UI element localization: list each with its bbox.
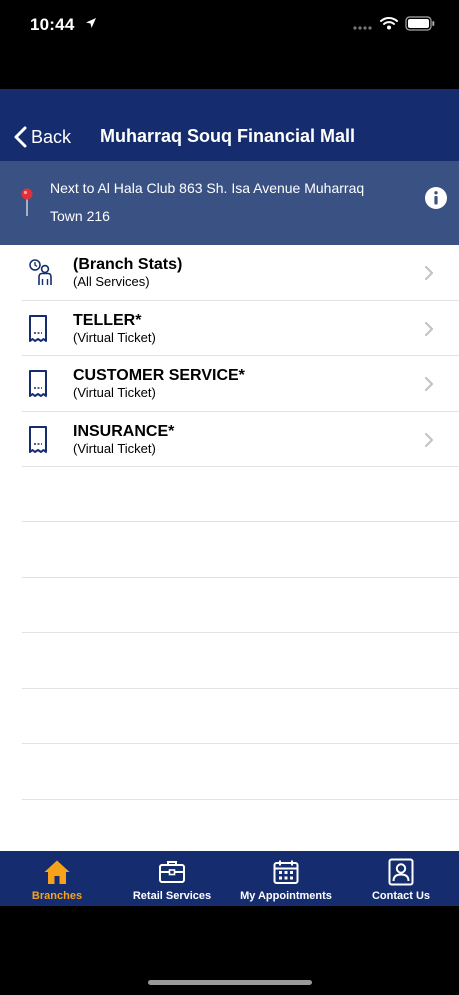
tab-label: Contact Us (371, 890, 431, 902)
tab-label: Branches (31, 890, 83, 902)
battery-icon (405, 16, 435, 31)
branch-stats-icon (29, 259, 52, 285)
contact-card-icon (388, 858, 414, 886)
services-list: (Branch Stats) (All Services) TELLER* (V… (0, 245, 459, 851)
cellular-signal-icon (353, 26, 372, 30)
map-pin-icon (21, 188, 33, 216)
navigation-bar: Back Muharraq Souq Financial Mall (0, 89, 459, 161)
list-item-title: CUSTOMER SERVICE* (73, 367, 245, 384)
page-title: Muharraq Souq Financial Mall (100, 126, 356, 146)
list-item-subtitle: (Virtual Ticket) (73, 330, 156, 345)
list-item-title: (Branch Stats) (73, 256, 183, 273)
list-item-title: INSURANCE* (73, 423, 175, 440)
briefcase-icon (159, 861, 185, 883)
ticket-icon (29, 426, 47, 453)
chevron-right-icon (424, 321, 434, 337)
divider (22, 688, 459, 689)
location-arrow-icon (86, 18, 96, 28)
divider (22, 577, 459, 578)
chevron-right-icon (424, 376, 434, 392)
ticket-icon (29, 315, 47, 342)
list-item-subtitle: (Virtual Ticket) (73, 385, 156, 400)
divider (22, 632, 459, 633)
info-icon[interactable] (424, 186, 448, 210)
status-bar: 10:44 (0, 0, 459, 50)
divider (22, 466, 459, 467)
branch-address: Next to Al Hala Club 863 Sh. Isa Avenue … (50, 180, 365, 224)
ticket-icon (29, 370, 47, 397)
list-item-insurance[interactable]: INSURANCE* (Virtual Ticket) (0, 412, 459, 467)
divider (22, 521, 459, 522)
divider (22, 743, 459, 744)
list-item-title: TELLER* (73, 312, 142, 329)
status-time: 10:44 (30, 15, 75, 34)
back-label: Back (31, 126, 72, 147)
tab-label: My Appointments (240, 890, 332, 902)
chevron-right-icon (424, 432, 434, 448)
back-button[interactable]: Back (14, 122, 71, 152)
calendar-icon (273, 860, 299, 884)
tab-branches[interactable]: Branches (14, 851, 100, 906)
list-item-branch-stats[interactable]: (Branch Stats) (All Services) (0, 245, 459, 300)
chevron-left-icon (14, 126, 27, 148)
divider (22, 799, 459, 800)
home-indicator[interactable] (148, 980, 312, 985)
list-item-subtitle: (All Services) (73, 274, 150, 289)
tab-retail-services[interactable]: Retail Services (125, 851, 219, 906)
wifi-icon (380, 17, 398, 30)
tab-my-appointments[interactable]: My Appointments (236, 851, 336, 906)
tab-bar: Branches Retail Services My Appointments (0, 851, 459, 906)
chevron-right-icon (424, 265, 434, 281)
list-item-subtitle: (Virtual Ticket) (73, 441, 156, 456)
list-item-customer-service[interactable]: CUSTOMER SERVICE* (Virtual Ticket) (0, 356, 459, 411)
list-item-teller[interactable]: TELLER* (Virtual Ticket) (0, 301, 459, 356)
tab-label: Retail Services (132, 890, 212, 902)
home-icon (44, 860, 70, 884)
tab-contact-us[interactable]: Contact Us (356, 851, 446, 906)
branch-address-bar: Next to Al Hala Club 863 Sh. Isa Avenue … (0, 161, 459, 245)
